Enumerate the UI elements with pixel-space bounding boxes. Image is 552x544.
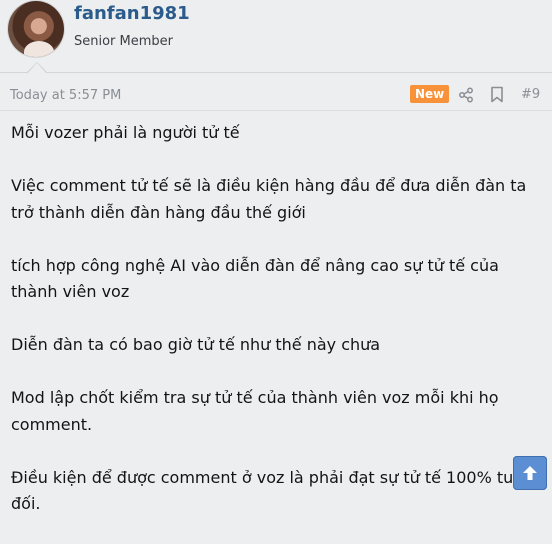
post-paragraph: Việc comment tử tế sẽ là điều kiện hàng … xyxy=(11,176,527,222)
post-paragraph: Mod lập chốt kiểm tra sự tử tế của thành… xyxy=(11,388,499,434)
username-link[interactable]: fanfan1981 xyxy=(74,3,190,24)
post-paragraph: Mỗi vozer phải là người tử tế xyxy=(11,123,240,142)
meta-divider xyxy=(0,110,552,111)
new-badge: New xyxy=(410,85,450,103)
post-date-link[interactable]: Today at 5:57 PM xyxy=(10,88,121,103)
scroll-to-top-button[interactable] xyxy=(513,456,547,490)
post-user-header: fanfan1981 Senior Member xyxy=(0,0,552,72)
forum-post: fanfan1981 Senior Member Today at 5:57 P… xyxy=(0,0,552,518)
avatar[interactable] xyxy=(8,1,64,57)
user-pointer-arrow-inner xyxy=(28,63,46,73)
post-meta-bar: Today at 5:57 PM New #9 xyxy=(0,80,552,110)
post-number-link[interactable]: #9 xyxy=(521,87,540,102)
bookmark-icon[interactable] xyxy=(489,86,505,103)
post-paragraph: tích hợp công nghệ AI vào diễn đàn để nâ… xyxy=(11,255,499,302)
post-paragraph: Điều kiện để được comment ở voz là phải … xyxy=(11,467,539,514)
avatar-figure xyxy=(24,41,54,57)
post-body: Mỗi vozer phải là người tử tế Việc comme… xyxy=(11,120,541,544)
arrow-up-icon xyxy=(523,466,537,480)
post-paragraph: Diễn đàn ta có bao giờ tử tế như thế này… xyxy=(11,335,381,354)
share-icon[interactable] xyxy=(458,87,474,103)
user-title: Senior Member xyxy=(74,34,174,49)
header-divider xyxy=(0,72,552,73)
